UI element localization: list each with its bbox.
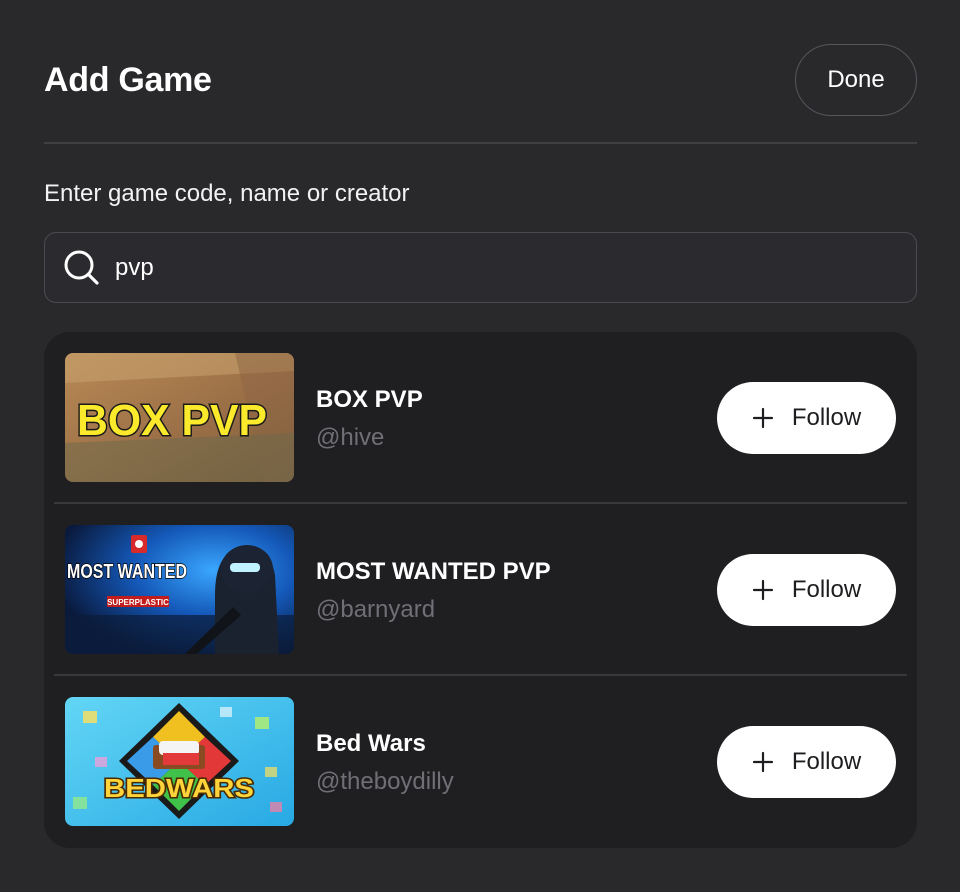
- follow-button[interactable]: Follow: [717, 382, 896, 454]
- search-label: Enter game code, name or creator: [44, 180, 410, 207]
- game-name: BOX PVP: [316, 386, 423, 413]
- search-box[interactable]: [44, 232, 917, 303]
- search-icon: [63, 249, 101, 287]
- add-game-panel: Add Game Done Enter game code, name or c…: [0, 0, 960, 892]
- divider: [44, 142, 917, 144]
- game-name: MOST WANTED PVP: [316, 558, 551, 585]
- thumbnail-text: BOX PVP: [77, 396, 267, 445]
- game-name: Bed Wars: [316, 730, 426, 757]
- results-list: BOX PVP BOX PVP @hive Follow MOST WANTED…: [44, 332, 917, 848]
- thumbnail-text: MOST WANTED: [67, 561, 187, 583]
- follow-button[interactable]: Follow: [717, 726, 896, 798]
- list-item[interactable]: BOX PVP BOX PVP @hive Follow: [44, 332, 917, 504]
- game-creator: @hive: [316, 424, 385, 451]
- follow-label: Follow: [791, 576, 862, 603]
- plus-icon: [752, 407, 774, 429]
- header: Add Game Done: [44, 44, 917, 116]
- game-thumbnail: BEDWARS: [65, 697, 294, 826]
- page-title: Add Game: [44, 60, 212, 99]
- plus-icon: [752, 751, 774, 773]
- list-item[interactable]: BEDWARS Bed Wars @theboydilly Follow: [44, 676, 917, 848]
- follow-button[interactable]: Follow: [717, 554, 896, 626]
- follow-label: Follow: [791, 404, 862, 431]
- search-input[interactable]: [115, 233, 916, 302]
- game-thumbnail: BOX PVP: [65, 353, 294, 482]
- thumbnail-subtext: SUPERPLASTIC: [107, 598, 169, 607]
- game-thumbnail: MOST WANTED SUPERPLASTIC: [65, 525, 294, 654]
- list-item[interactable]: MOST WANTED SUPERPLASTIC MOST WANTED PVP…: [44, 504, 917, 676]
- plus-icon: [752, 579, 774, 601]
- thumbnail-text: BEDWARS: [104, 773, 254, 803]
- game-creator: @barnyard: [316, 596, 436, 623]
- done-button[interactable]: Done: [795, 44, 917, 116]
- game-creator: @theboydilly: [316, 768, 454, 795]
- follow-label: Follow: [791, 748, 862, 775]
